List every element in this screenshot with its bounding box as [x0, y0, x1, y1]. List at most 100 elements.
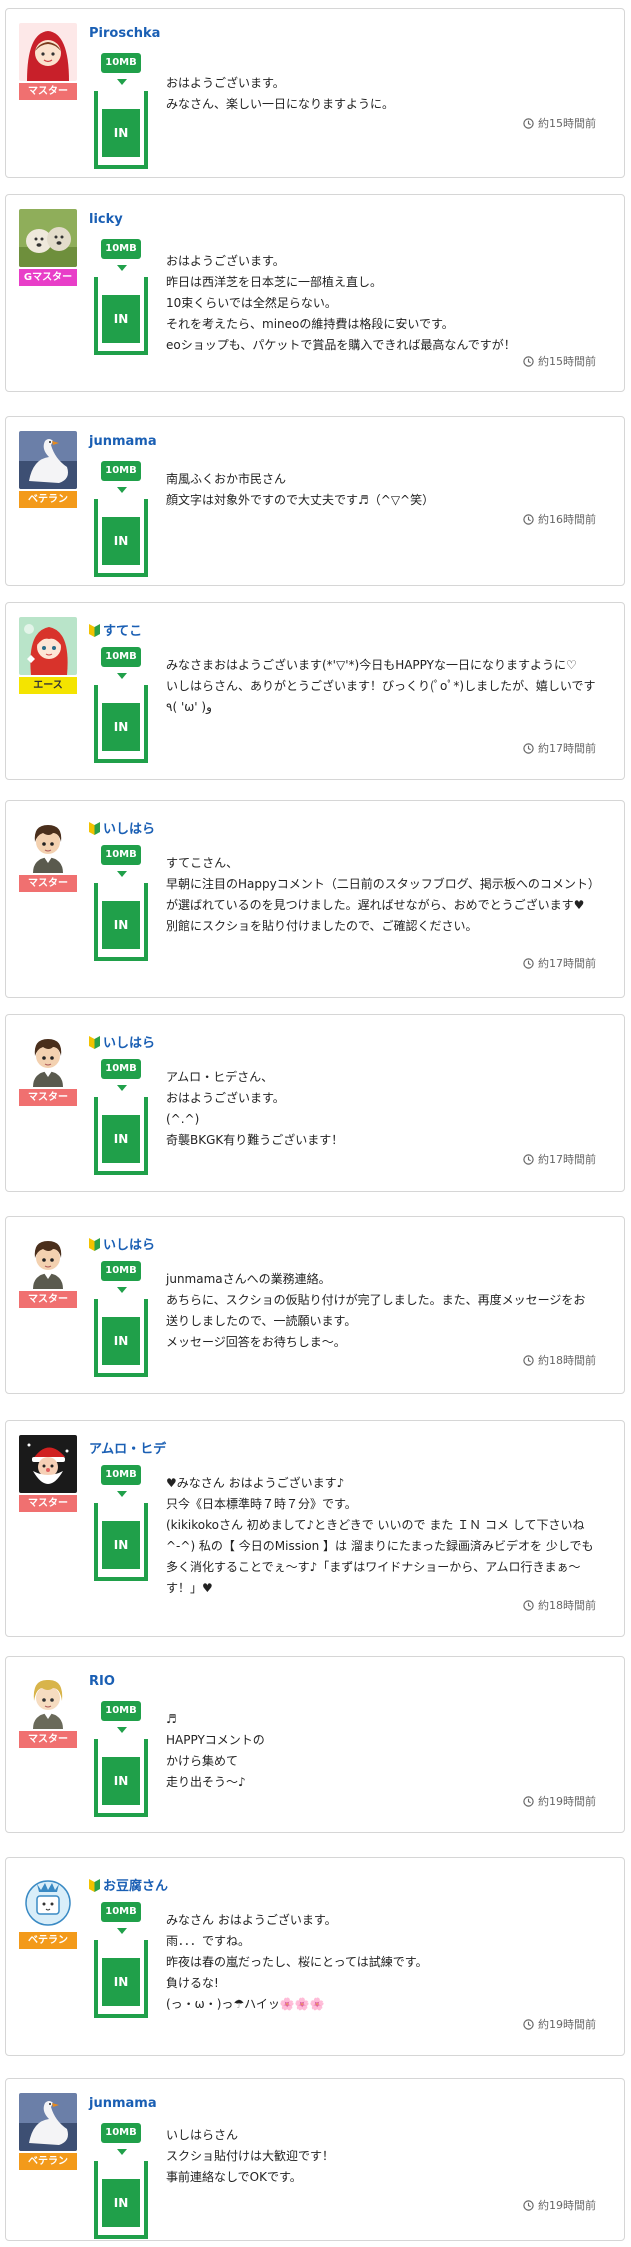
comment-feed: マスター Piroschka 10MB IN おはようございます。 みなさん、楽しい一日… — [0, 0, 631, 2247]
clock-icon — [523, 1355, 534, 1369]
data-tank-icon: IN — [94, 1739, 148, 1817]
in-status-label: IN — [102, 901, 140, 949]
beginner-mark-icon — [89, 822, 100, 839]
beginner-mark-icon — [89, 1879, 100, 1896]
user-avatar[interactable] — [19, 1231, 77, 1289]
clock-icon — [523, 356, 534, 370]
username-text[interactable]: RIO — [89, 1674, 115, 1689]
username-text[interactable]: junmama — [89, 2096, 157, 2111]
username-link[interactable]: junmama — [89, 2096, 157, 2111]
username-text[interactable]: いしはら — [103, 1238, 155, 1253]
comment-text: みなさまおはようございます(*'▽'*)今日もHAPPYな一日になりますように♡… — [166, 658, 596, 714]
data-amount-badge: 10MB — [101, 1902, 141, 1922]
data-tank-icon: IN — [94, 91, 148, 169]
username-link[interactable]: いしはら — [89, 1032, 155, 1053]
timestamp-text: 約17時間前 — [538, 957, 596, 970]
down-arrow-icon — [117, 871, 127, 877]
timestamp: 約19時間前 — [523, 1793, 596, 1810]
rank-badge: ベテラン — [19, 2153, 77, 2170]
username-link[interactable]: お豆腐さん — [89, 1875, 168, 1896]
comment-text: おはようございます。 昨日は西洋芝を日本芝に一部植え直し。 10束くらいでは全然… — [166, 254, 516, 352]
username-text[interactable]: junmama — [89, 434, 157, 449]
comment-text: ♥みなさん おはようございます♪ 只今《日本標準時７時７分》です。 (kikik… — [166, 1476, 594, 1595]
username-link[interactable]: RIO — [89, 1674, 115, 1689]
comment-card: マスター Piroschka 10MB IN おはようございます。 みなさん、楽しい一日… — [5, 8, 625, 178]
username-link[interactable]: すてこ — [89, 620, 142, 641]
username-text[interactable]: すてこ — [103, 624, 142, 639]
timestamp-text: 約17時間前 — [538, 742, 596, 755]
username-link[interactable]: Piroschka — [89, 26, 160, 41]
timestamp-text: 約18時間前 — [538, 1599, 596, 1612]
data-tank-icon: IN — [94, 2161, 148, 2239]
comment-card: マスター いしはら 10MB IN junmamaさんへの業務連絡。 あちらに、スクショ… — [5, 1216, 625, 1394]
rank-badge: Gマスター — [19, 269, 77, 286]
comment-text: junmamaさんへの業務連絡。 あちらに、スクショの仮貼り付けが完了しました。… — [166, 1272, 586, 1349]
down-arrow-icon — [117, 1085, 127, 1091]
timestamp: 約17時間前 — [523, 1151, 596, 1168]
username-text[interactable]: いしはら — [103, 822, 155, 837]
data-tank-icon: IN — [94, 1503, 148, 1581]
data-tank-icon: IN — [94, 685, 148, 763]
comment-text: いしはらさん スクショ貼付けは大歓迎です！ 事前連絡なしでOKです。 — [166, 2128, 335, 2184]
comment-card: ベテラン junmama 10MB IN 南風ふくおか市民さん 顔文字は対象外ですので大… — [5, 416, 625, 586]
down-arrow-icon — [117, 1287, 127, 1293]
data-tank-icon: IN — [94, 1299, 148, 1377]
user-avatar[interactable] — [19, 815, 77, 873]
clock-icon — [523, 1600, 534, 1614]
down-arrow-icon — [117, 1727, 127, 1733]
timestamp: 約18時間前 — [523, 1597, 596, 1614]
data-amount-badge: 10MB — [101, 647, 141, 667]
user-avatar[interactable] — [19, 431, 77, 489]
username-text[interactable]: お豆腐さん — [103, 1879, 168, 1894]
user-avatar[interactable] — [19, 1872, 77, 1930]
user-avatar[interactable] — [19, 1671, 77, 1729]
data-amount-badge: 10MB — [101, 239, 141, 259]
data-amount-badge: 10MB — [101, 2123, 141, 2143]
in-status-label: IN — [102, 295, 140, 343]
username-link[interactable]: licky — [89, 212, 123, 227]
username-link[interactable]: junmama — [89, 434, 157, 449]
comment-card: マスター RIO 10MB IN ♬ HAPPYコメントの かけら集めて 走り出そう～♪… — [5, 1656, 625, 1833]
down-arrow-icon — [117, 673, 127, 679]
in-status-label: IN — [102, 1115, 140, 1163]
username-link[interactable]: いしはら — [89, 1234, 155, 1255]
beginner-mark-icon — [89, 1238, 100, 1255]
user-avatar[interactable] — [19, 2093, 77, 2151]
clock-icon — [523, 958, 534, 972]
down-arrow-icon — [117, 487, 127, 493]
user-avatar[interactable] — [19, 1435, 77, 1493]
username-text[interactable]: アムロ・ヒデ — [89, 1442, 166, 1457]
rank-badge: マスター — [19, 1089, 77, 1106]
in-status-label: IN — [102, 109, 140, 157]
username-link[interactable]: アムロ・ヒデ — [89, 1438, 166, 1457]
data-amount-badge: 10MB — [101, 461, 141, 481]
timestamp: 約15時間前 — [523, 115, 596, 132]
data-tank-icon: IN — [94, 499, 148, 577]
timestamp: 約19時間前 — [523, 2197, 596, 2214]
username-text[interactable]: いしはら — [103, 1036, 155, 1051]
timestamp-text: 約15時間前 — [538, 355, 596, 368]
in-status-label: IN — [102, 1521, 140, 1569]
rank-badge: マスター — [19, 1731, 77, 1748]
in-status-label: IN — [102, 1757, 140, 1805]
username-link[interactable]: いしはら — [89, 818, 155, 839]
timestamp-text: 約19時間前 — [538, 1795, 596, 1808]
timestamp-text: 約18時間前 — [538, 1354, 596, 1367]
timestamp-text: 約17時間前 — [538, 1153, 596, 1166]
rank-badge: マスター — [19, 1495, 77, 1512]
comment-card: ベテラン junmama 10MB IN いしはらさん スクショ貼付けは大歓迎です！ 事… — [5, 2078, 625, 2241]
down-arrow-icon — [117, 265, 127, 271]
user-avatar[interactable] — [19, 23, 77, 81]
timestamp: 約17時間前 — [523, 955, 596, 972]
beginner-mark-icon — [89, 1036, 100, 1053]
user-avatar[interactable] — [19, 209, 77, 267]
comment-text: ♬ HAPPYコメントの かけら集めて 走り出そう～♪ — [166, 1712, 265, 1789]
username-text[interactable]: Piroschka — [89, 26, 160, 41]
rank-badge: ベテラン — [19, 491, 77, 508]
rank-badge: マスター — [19, 1291, 77, 1308]
username-text[interactable]: licky — [89, 212, 123, 227]
user-avatar[interactable] — [19, 617, 77, 675]
comment-card: Gマスター licky 10MB IN おはようございます。 昨日は西洋芝を日本芝に一部… — [5, 194, 625, 392]
comment-card: マスター いしはら 10MB IN アムロ・ヒデさん、 おはようございます。 (^.^)… — [5, 1014, 625, 1192]
user-avatar[interactable] — [19, 1029, 77, 1087]
